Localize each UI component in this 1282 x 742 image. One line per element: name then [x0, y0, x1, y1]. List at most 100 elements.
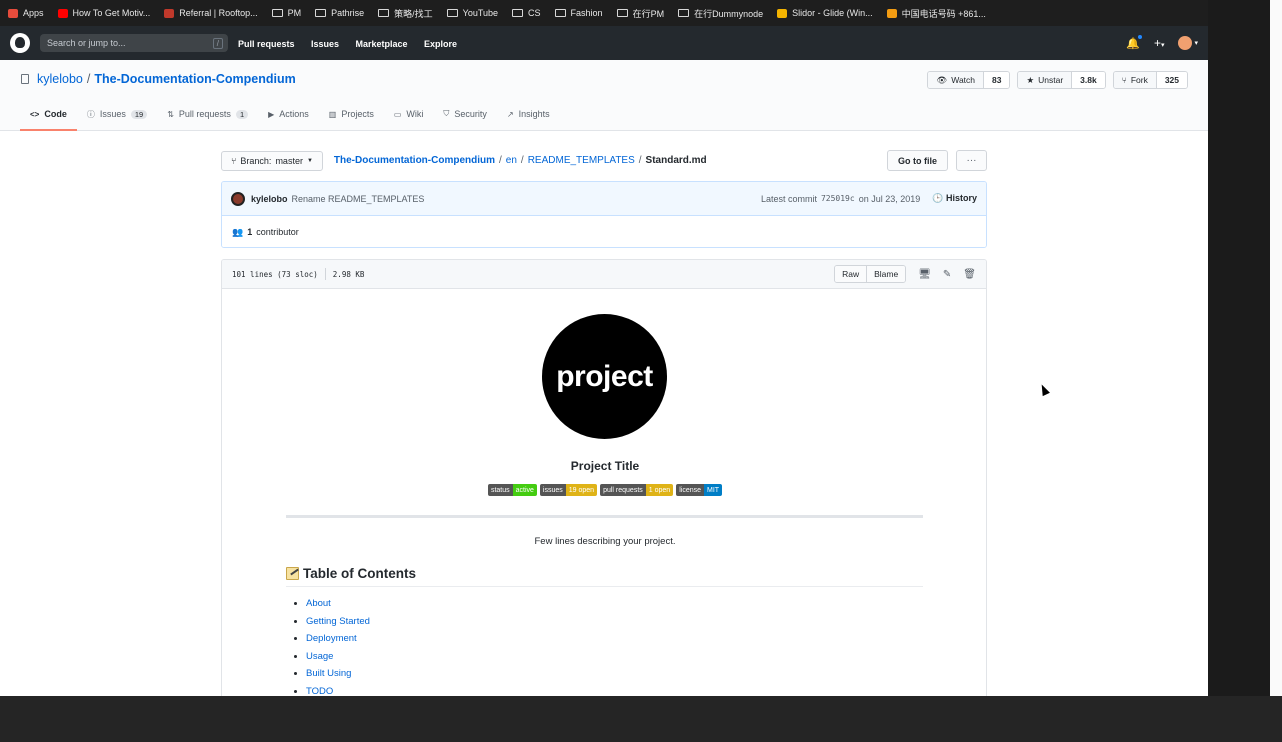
bookmarks-bar: Apps How To Get Motiv... Referral | Roofto… [0, 0, 1208, 26]
bookmark-item[interactable]: Slidor - Glide (Win... [777, 8, 873, 18]
committer-avatar[interactable] [231, 191, 245, 206]
bookmark-item[interactable]: 策略/找工 [378, 7, 433, 20]
trash-icon[interactable]: 🗑 [963, 269, 976, 280]
toc-link[interactable]: Usage [306, 651, 333, 662]
bookmark-item[interactable]: Fashion [554, 8, 603, 18]
file-meta-divider [324, 268, 326, 280]
toc-link[interactable]: TODO [306, 686, 333, 696]
badge-issues[interactable]: issues 19 open [539, 484, 598, 496]
bookmark-item[interactable]: PM [271, 8, 301, 18]
raw-blame-group: Raw Blame [834, 265, 907, 283]
toc-link[interactable]: Getting Started [306, 616, 370, 627]
tab-issues[interactable]: ⓘ Issues 19 [77, 98, 157, 130]
star-count[interactable]: 3.8k [1072, 72, 1105, 88]
breadcrumb-readme-templates[interactable]: README_TEMPLATES [528, 155, 635, 166]
bookmark-label: How To Get Motiv... [72, 8, 151, 18]
file-navigation: ⑂ Branch: master ▼ The-Documentation-Com… [221, 150, 987, 171]
badge-license[interactable]: license MIT [676, 484, 723, 496]
create-new-menu[interactable]: +▾ [1154, 36, 1165, 50]
bookmark-item[interactable]: CS [512, 8, 541, 18]
pencil-edit-icon[interactable]: ✎ [943, 269, 951, 280]
tab-insights[interactable]: ↗ Insights [497, 98, 560, 130]
toc-link[interactable]: Built Using [306, 668, 351, 679]
commit-author[interactable]: kylelobo [251, 194, 288, 204]
more-options-button[interactable]: ··· [956, 150, 987, 171]
breadcrumb-repo[interactable]: The-Documentation-Compendium [334, 155, 495, 166]
watch-count[interactable]: 83 [984, 72, 1010, 88]
tab-projects[interactable]: ▥ Projects [319, 98, 384, 130]
unstar-button[interactable]: ★ Unstar 3.8k [1017, 71, 1106, 89]
nav-explore[interactable]: Explore [424, 39, 457, 49]
watch-button[interactable]: 👁 Watch 83 [927, 71, 1011, 89]
folder-icon [616, 9, 628, 17]
bookmark-item[interactable]: Apps [8, 8, 44, 18]
repo-owner-link[interactable]: kylelobo [37, 72, 83, 86]
bookmark-item[interactable]: How To Get Motiv... [57, 8, 151, 18]
blame-button[interactable]: Blame [866, 266, 906, 282]
bookmark-item[interactable]: YouTube [446, 8, 498, 18]
notifications-bell-icon[interactable]: 🔔 [1126, 33, 1143, 50]
repo-header: kylelobo / The-Documentation-Compendium … [0, 60, 1208, 131]
tab-label: Issues [99, 109, 126, 119]
bookmark-label: Referral | Rooftop... [179, 8, 258, 18]
bookmark-label: 中国电话号码 +861... [901, 8, 986, 19]
tab-counter: 19 [130, 109, 148, 119]
search-input[interactable]: Search or jump to... / [40, 34, 228, 52]
nav-pull-requests[interactable]: Pull requests [238, 39, 295, 49]
toc-link[interactable]: About [306, 598, 331, 609]
toc-link[interactable]: Deployment [306, 633, 357, 644]
user-menu[interactable]: ▾ [1178, 36, 1198, 50]
bookmark-label: 在行Dummynode [694, 8, 764, 19]
nav-marketplace[interactable]: Marketplace [355, 39, 407, 49]
bookmark-item[interactable]: 中国电话号码 +861... [886, 7, 986, 20]
tab-actions[interactable]: ▶ Actions [258, 98, 319, 130]
repo-icon [21, 74, 29, 84]
desktop-icon[interactable]: 🖥 [918, 269, 931, 280]
chevron-down-icon: ▼ [306, 157, 313, 164]
badge-status[interactable]: status active [487, 484, 537, 496]
history-icon: 🕒 [932, 193, 944, 203]
raw-button[interactable]: Raw [835, 266, 867, 282]
bookmark-label: Apps [23, 8, 44, 18]
project-description: Few lines describing your project. [534, 536, 676, 547]
tab-code[interactable]: <> Code [20, 98, 77, 131]
repo-name-link[interactable]: The-Documentation-Compendium [94, 72, 295, 86]
repo-actions: 👁 Watch 83 ★ Unstar 3.8k ⑂ Fork 325 [927, 71, 1188, 89]
wiki-icon: ▭ [393, 109, 402, 119]
notification-dot [1136, 33, 1143, 40]
search-shortcut-hint: / [212, 37, 223, 49]
bookmark-item[interactable]: Pathrise [315, 8, 364, 18]
latest-commit-row: kylelobo Rename README_TEMPLATES Latest … [222, 182, 986, 216]
header-actions: 🔔 +▾ ▾ [1126, 33, 1198, 50]
contributors-row[interactable]: 👥 1 contributor [222, 216, 986, 247]
breadcrumb-en[interactable]: en [506, 155, 517, 166]
bookmark-item[interactable]: 在行Dummynode [678, 7, 763, 20]
tab-security[interactable]: ⛉ Security [433, 98, 497, 130]
tab-wiki[interactable]: ▭ Wiki [384, 98, 434, 130]
memo-icon [286, 567, 299, 580]
nav-issues[interactable]: Issues [311, 39, 339, 49]
bottom-dark-area [0, 696, 1282, 742]
bookmark-item[interactable]: 在行PM [616, 7, 664, 20]
breadcrumb: The-Documentation-Compendium / en / READ… [333, 155, 707, 166]
file-box: 101 lines (73 sloc) 2.98 KB Raw Blame 🖥 … [221, 259, 987, 696]
actions-icon: ▶ [268, 109, 275, 119]
commit-sha[interactable]: 725019c [821, 194, 855, 203]
global-nav: Pull requests Issues Marketplace Explore [238, 34, 469, 52]
fork-count[interactable]: 325 [1156, 72, 1187, 88]
go-to-file-button[interactable]: Go to file [887, 150, 948, 171]
github-logo-icon[interactable] [10, 33, 30, 53]
commit-message[interactable]: Rename README_TEMPLATES [292, 194, 425, 204]
fork-button[interactable]: ⑂ Fork 325 [1112, 71, 1188, 89]
tab-pull-requests[interactable]: ⇅ Pull requests 1 [157, 98, 258, 130]
list-item: About [306, 598, 370, 616]
apps-icon [8, 8, 18, 18]
folder-icon [678, 9, 690, 17]
github-header: Search or jump to... / Pull requests Iss… [0, 26, 1208, 60]
background-window-strip [1208, 0, 1282, 696]
branch-select[interactable]: ⑂ Branch: master ▼ [221, 150, 323, 171]
badge-pull-requests[interactable]: pull requests 1 open [600, 484, 674, 496]
history-link[interactable]: 🕒 History [932, 193, 977, 204]
bookmark-item[interactable]: Referral | Rooftop... [164, 8, 258, 18]
repo-title: kylelobo / The-Documentation-Compendium [21, 72, 296, 86]
